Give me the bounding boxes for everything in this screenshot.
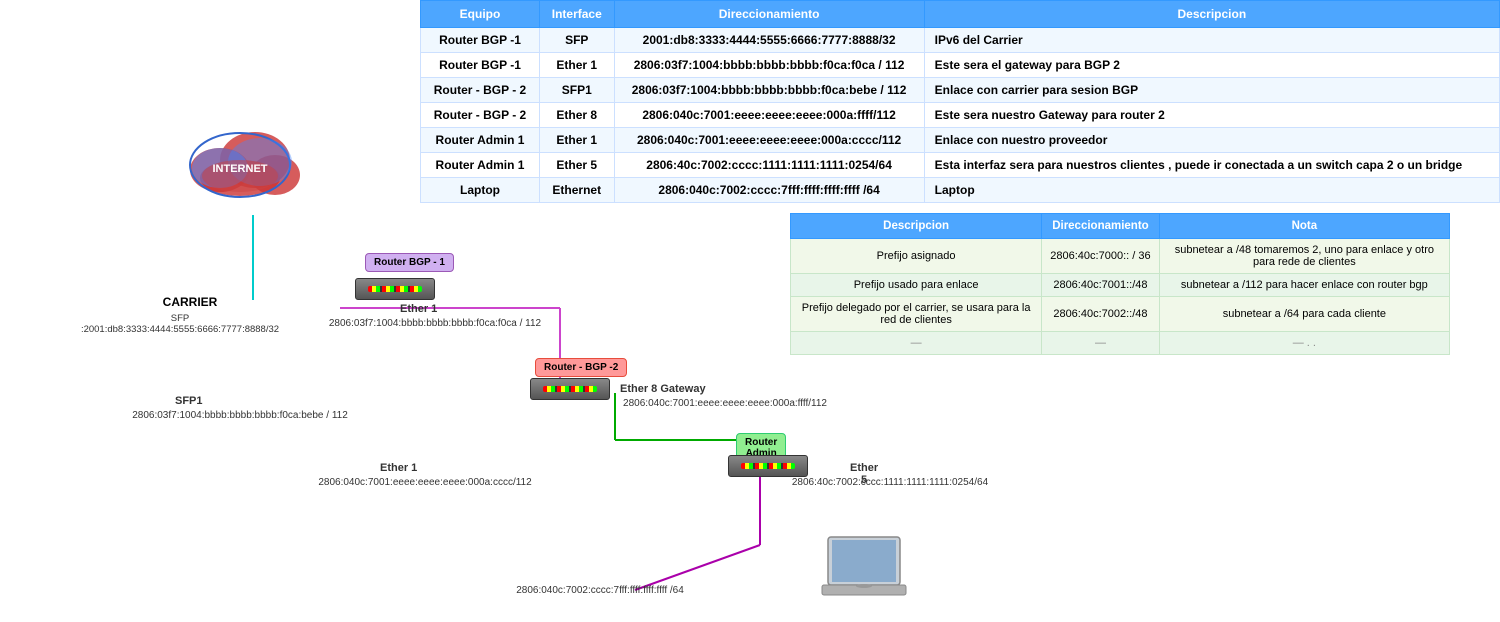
- cell-direccionamiento: 2806:40c:7002:cccc:1111:1111:1111:0254/6…: [614, 153, 924, 178]
- ether8-label: Ether 8 Gateway: [620, 383, 706, 395]
- cell-direccionamiento: 2001:db8:3333:4444:5555:6666:7777:8888/3…: [614, 28, 924, 53]
- cell2-nota: subnetear a /48 tomaremos 2, uno para en…: [1159, 239, 1449, 274]
- table-row: Router BGP -1Ether 12806:03f7:1004:bbbb:…: [421, 53, 1500, 78]
- cell-descripcion: IPv6 del Carrier: [924, 28, 1499, 53]
- table-row: Prefijo delegado por el carrier, se usar…: [791, 297, 1450, 332]
- table-row: Router Admin 1Ether 52806:40c:7002:cccc:…: [421, 153, 1500, 178]
- cell-interface: Ether 1: [540, 128, 615, 153]
- cell2-nota: subnetear a /64 para cada cliente: [1159, 297, 1449, 332]
- col-direccionamiento: Direccionamiento: [614, 1, 924, 28]
- col2-direccionamiento: Direccionamiento: [1042, 214, 1160, 239]
- cell2-nota: — . .: [1159, 332, 1449, 355]
- cell2-direccionamiento: 2806:40c:7001::/48: [1042, 274, 1160, 297]
- data-tables: Equipo Interface Direccionamiento Descri…: [420, 0, 1500, 355]
- cell-direccionamiento: 2806:03f7:1004:bbbb:bbbb:bbbb:f0ca:f0ca …: [614, 53, 924, 78]
- cell-direccionamiento: 2806:03f7:1004:bbbb:bbbb:bbbb:f0ca:bebe …: [614, 78, 924, 103]
- carrier-sfp: SFP :2001:db8:3333:4444:5555:6666:7777:8…: [80, 313, 280, 335]
- router-bgp2-label: Router - BGP -2: [535, 358, 627, 377]
- table-row: Router - BGP - 2Ether 82806:040c:7001:ee…: [421, 103, 1500, 128]
- ether1-admin-addr: 2806:040c:7001:eeee:eeee:eeee:000a:cccc/…: [285, 477, 565, 488]
- table-row: ——— . .: [791, 332, 1450, 355]
- laptop-icon: [820, 535, 910, 600]
- cell-equipo: Router BGP -1: [421, 53, 540, 78]
- cell-descripcion: Esta interfaz sera para nuestros cliente…: [924, 153, 1499, 178]
- router-admin1-device: [728, 455, 808, 477]
- cell-descripcion: Laptop: [924, 178, 1499, 203]
- col-equipo: Equipo: [421, 1, 540, 28]
- ether5-addr: 2806:40c:7002:cccc:1111:1111:1111:0254/6…: [750, 477, 1030, 488]
- cell2-descripcion: —: [791, 332, 1042, 355]
- table-row: LaptopEthernet2806:040c:7002:cccc:7fff:f…: [421, 178, 1500, 203]
- cell-descripcion: Enlace con nuestro proveedor: [924, 128, 1499, 153]
- cell-equipo: Router BGP -1: [421, 28, 540, 53]
- laptop-addr: 2806:040c:7002:cccc:7fff:ffff:ffff:ffff …: [440, 585, 760, 596]
- cell-direccionamiento: 2806:040c:7001:eeee:eeee:eeee:000a:cccc/…: [614, 128, 924, 153]
- sfp1-addr: 2806:03f7:1004:bbbb:bbbb:bbbb:f0ca:bebe …: [100, 410, 380, 421]
- cell2-descripcion: Prefijo usado para enlace: [791, 274, 1042, 297]
- cell-equipo: Router - BGP - 2: [421, 103, 540, 128]
- cell-interface: Ether 1: [540, 53, 615, 78]
- cell2-direccionamiento: —: [1042, 332, 1160, 355]
- cell-direccionamiento: 2806:040c:7001:eeee:eeee:eeee:000a:ffff/…: [614, 103, 924, 128]
- carrier-label: CARRIER: [130, 295, 250, 309]
- second-table: Descripcion Direccionamiento Nota Prefij…: [790, 213, 1450, 355]
- table-row: Router Admin 1Ether 12806:040c:7001:eeee…: [421, 128, 1500, 153]
- internet-cloud: INTERNET: [180, 120, 300, 200]
- col-descripcion: Descripcion: [924, 1, 1499, 28]
- cell-interface: SFP: [540, 28, 615, 53]
- cell-equipo: Router Admin 1: [421, 153, 540, 178]
- sfp1-label: SFP1: [175, 395, 203, 407]
- cell-descripcion: Este sera el gateway para BGP 2: [924, 53, 1499, 78]
- cell-interface: Ether 8: [540, 103, 615, 128]
- cell-descripcion: Enlace con carrier para sesion BGP: [924, 78, 1499, 103]
- ether8-addr: 2806:040c:7001:eeee:eeee:eeee:000a:ffff/…: [605, 398, 845, 409]
- table-row: Prefijo usado para enlace2806:40c:7001::…: [791, 274, 1450, 297]
- cell-descripcion: Este sera nuestro Gateway para router 2: [924, 103, 1499, 128]
- cell2-direccionamiento: 2806:40c:7000:: / 36: [1042, 239, 1160, 274]
- cell2-direccionamiento: 2806:40c:7002::/48: [1042, 297, 1160, 332]
- table-row: Router BGP -1SFP2001:db8:3333:4444:5555:…: [421, 28, 1500, 53]
- col-interface: Interface: [540, 1, 615, 28]
- cell-equipo: Router Admin 1: [421, 128, 540, 153]
- col2-descripcion: Descripcion: [791, 214, 1042, 239]
- cell-direccionamiento: 2806:040c:7002:cccc:7fff:ffff:ffff:ffff …: [614, 178, 924, 203]
- internet-text: INTERNET: [213, 163, 268, 175]
- cell2-nota: subnetear a /112 para hacer enlace con r…: [1159, 274, 1449, 297]
- ether1-admin-label: Ether 1: [380, 462, 417, 474]
- col2-nota: Nota: [1159, 214, 1449, 239]
- cell-equipo: Router - BGP - 2: [421, 78, 540, 103]
- table-row: Router - BGP - 2SFP12806:03f7:1004:bbbb:…: [421, 78, 1500, 103]
- cell2-descripcion: Prefijo asignado: [791, 239, 1042, 274]
- router-bgp2-device: [530, 378, 610, 400]
- cell-interface: Ethernet: [540, 178, 615, 203]
- cell-equipo: Laptop: [421, 178, 540, 203]
- cell-interface: Ether 5: [540, 153, 615, 178]
- table-row: Prefijo asignado2806:40c:7000:: / 36subn…: [791, 239, 1450, 274]
- cell2-descripcion: Prefijo delegado por el carrier, se usar…: [791, 297, 1042, 332]
- main-table: Equipo Interface Direccionamiento Descri…: [420, 0, 1500, 203]
- cell-interface: SFP1: [540, 78, 615, 103]
